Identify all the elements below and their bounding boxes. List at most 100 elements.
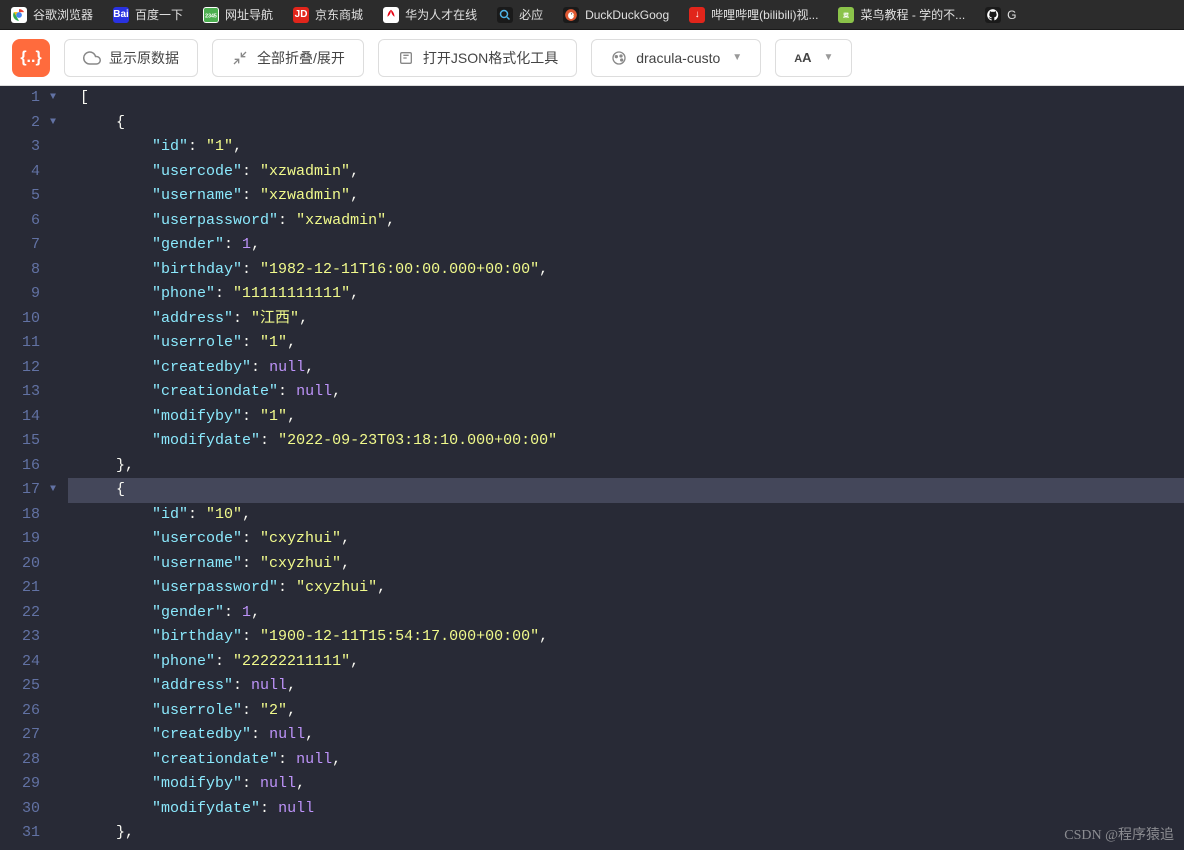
token-key: "userpassword" xyxy=(152,212,278,229)
bookmark-item[interactable]: 2345 网址导航 xyxy=(195,3,281,26)
token-null: null xyxy=(296,383,332,400)
token-key: "modifydate" xyxy=(152,432,260,449)
code-line: "creationdate": null, xyxy=(68,748,1184,773)
token-punct: : xyxy=(278,751,296,768)
bookmark-label: G xyxy=(1007,8,1016,22)
open-formatter-button[interactable]: 打开JSON格式化工具 xyxy=(378,39,577,77)
token-punct: : xyxy=(242,163,260,180)
bookmark-item[interactable]: 菜菜鸟教程 - 学的不... xyxy=(830,3,973,26)
token-string: "1" xyxy=(260,408,287,425)
token-punct: , xyxy=(233,138,242,155)
line-number: 11 xyxy=(0,331,64,356)
token-key: "gender" xyxy=(152,236,224,253)
token-punct: : xyxy=(260,800,278,817)
token-key: "createdby" xyxy=(152,726,251,743)
code-line: "gender": 1, xyxy=(68,233,1184,258)
token-punct: , xyxy=(332,751,341,768)
bookmark-favicon xyxy=(383,7,399,23)
line-number: 3 xyxy=(0,135,64,160)
bookmark-label: 京东商城 xyxy=(315,6,363,23)
token-key: "id" xyxy=(152,138,188,155)
token-key: "modifyby" xyxy=(152,408,242,425)
bookmark-favicon xyxy=(563,7,579,23)
bookmark-item[interactable]: Bai百度一下 xyxy=(105,3,191,26)
token-punct: : xyxy=(188,506,206,523)
token-punct: : xyxy=(242,555,260,572)
token-key: "userpassword" xyxy=(152,579,278,596)
token-punct: : xyxy=(242,334,260,351)
token-number: 1 xyxy=(242,236,251,253)
code-line: "gender": 1, xyxy=(68,601,1184,626)
token-key: "createdby" xyxy=(152,359,251,376)
bookmark-item[interactable]: ↓哔哩哔哩(bilibili)视... xyxy=(681,3,826,26)
token-punct: , xyxy=(296,775,305,792)
bookmark-favicon: ↓ xyxy=(689,7,705,23)
bookmark-favicon xyxy=(985,7,1001,23)
bookmark-item[interactable]: DuckDuckGoog xyxy=(555,4,677,26)
code-line: "createdby": null, xyxy=(68,356,1184,381)
token-punct: , xyxy=(341,530,350,547)
bookmark-label: 网址导航 xyxy=(225,6,273,23)
token-key: "address" xyxy=(152,677,233,694)
token-punct: , xyxy=(350,653,359,670)
token-punct: , xyxy=(305,726,314,743)
bookmark-item[interactable]: 谷歌浏览器 xyxy=(3,3,101,26)
token-string: "1900-12-11T15:54:17.000+00:00" xyxy=(260,628,539,645)
bookmark-item[interactable]: 必应 xyxy=(489,3,551,26)
collapse-expand-button[interactable]: 全部折叠/展开 xyxy=(212,39,364,77)
bookmark-item[interactable]: 华为人才在线 xyxy=(375,3,485,26)
code-line: "userpassword": "xzwadmin", xyxy=(68,209,1184,234)
token-key: "address" xyxy=(152,310,233,327)
line-number: 31 xyxy=(0,821,64,846)
line-number: 17▼ xyxy=(0,478,64,503)
code-line: }, xyxy=(68,821,1184,846)
code-area[interactable]: [ { "id": "1", "usercode": "xzwadmin", "… xyxy=(68,86,1184,850)
watermark: CSDN @程序猿追 xyxy=(1064,824,1174,844)
fold-toggle[interactable]: ▼ xyxy=(48,111,58,136)
line-number: 16 xyxy=(0,454,64,479)
token-punct: : xyxy=(242,628,260,645)
token-key: "id" xyxy=(152,506,188,523)
code-line: "id": "1", xyxy=(68,135,1184,160)
bookmark-item[interactable]: JD 京东商城 xyxy=(285,3,371,26)
token-key: "birthday" xyxy=(152,261,242,278)
bookmark-label: 百度一下 xyxy=(135,6,183,23)
token-null: null xyxy=(296,751,332,768)
token-punct: , xyxy=(305,359,314,376)
line-number: 1▼ xyxy=(0,86,64,111)
token-key: "modifydate" xyxy=(152,800,260,817)
token-punct: : xyxy=(224,604,242,621)
show-raw-button[interactable]: 显示原数据 xyxy=(64,39,198,77)
token-null: null xyxy=(251,677,287,694)
token-string: "2" xyxy=(260,702,287,719)
token-punct: , xyxy=(350,285,359,302)
token-key: "phone" xyxy=(152,653,215,670)
token-string: "江西" xyxy=(251,310,299,327)
line-number: 22 xyxy=(0,601,64,626)
token-punct: , xyxy=(350,163,359,180)
theme-select[interactable]: dracula-custo ▼ xyxy=(591,39,761,77)
token-key: "phone" xyxy=(152,285,215,302)
line-number: 9 xyxy=(0,282,64,307)
fold-toggle[interactable]: ▼ xyxy=(48,478,58,503)
line-number: 26 xyxy=(0,699,64,724)
bookmark-item[interactable]: G xyxy=(977,4,1024,26)
token-string: "1" xyxy=(260,334,287,351)
token-key: "userrole" xyxy=(152,702,242,719)
line-number: 6 xyxy=(0,209,64,234)
token-punct: , xyxy=(287,702,296,719)
bookmark-favicon: 菜 xyxy=(838,7,854,23)
fold-toggle[interactable]: ▼ xyxy=(48,86,58,111)
bookmark-favicon: 2345 xyxy=(203,7,219,23)
token-key: "usercode" xyxy=(152,163,242,180)
code-line: "modifydate": "2022-09-23T03:18:10.000+0… xyxy=(68,429,1184,454)
token-string: "xzwadmin" xyxy=(260,163,350,180)
bookmark-label: 菜鸟教程 - 学的不... xyxy=(860,6,965,23)
palette-icon xyxy=(610,49,628,67)
bookmark-favicon: JD xyxy=(293,7,309,23)
bookmark-label: 华为人才在线 xyxy=(405,6,477,23)
token-string: "cxyzhui" xyxy=(260,555,341,572)
token-punct: : xyxy=(242,261,260,278)
token-punct: : xyxy=(278,383,296,400)
font-size-select[interactable]: AA ▼ xyxy=(775,39,852,77)
